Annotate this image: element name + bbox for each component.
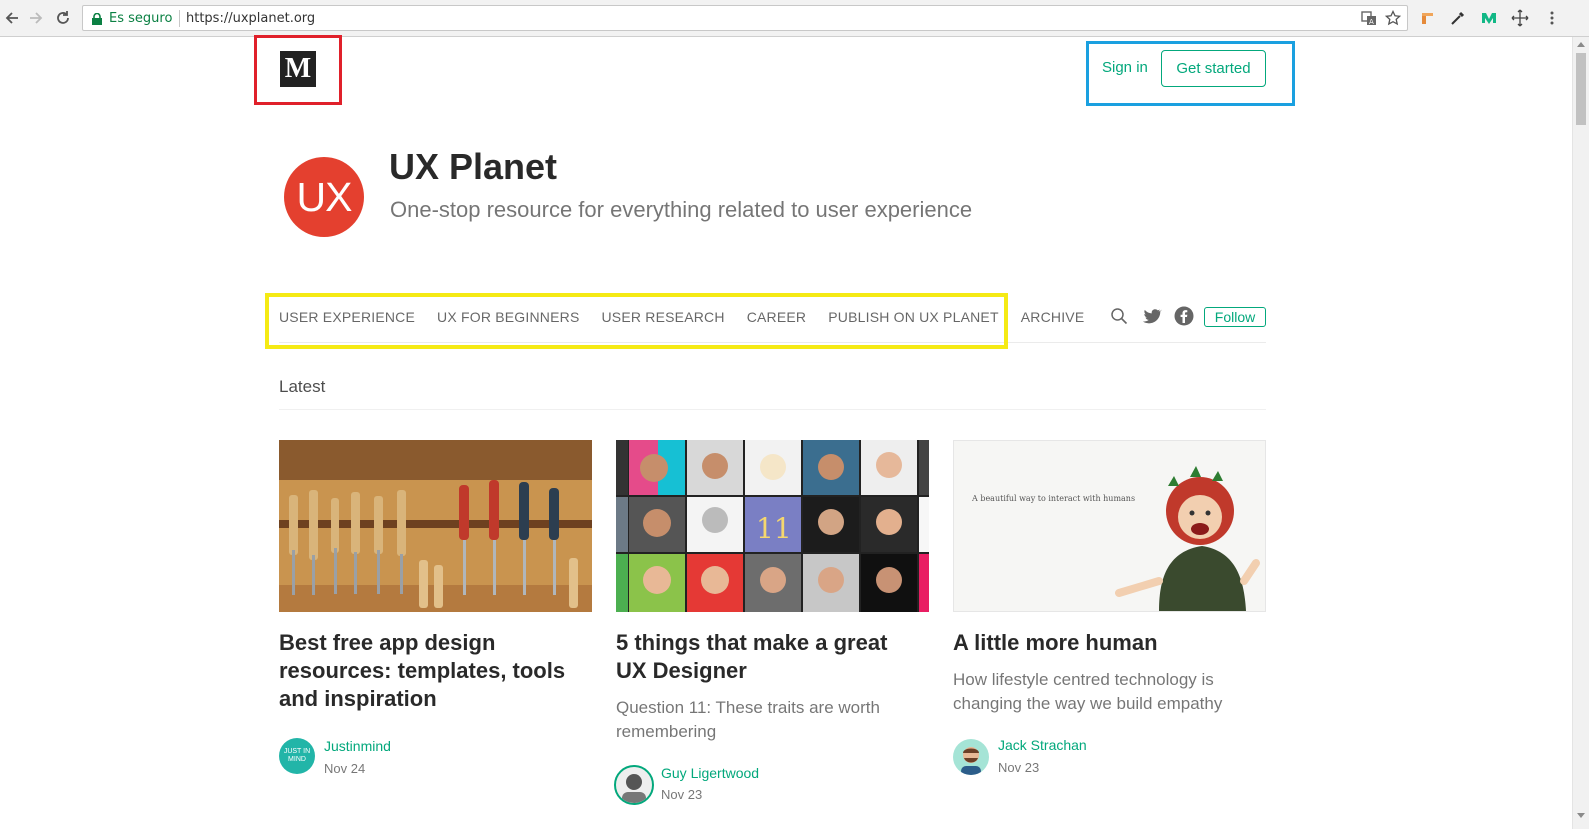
address-bar[interactable]: Es seguro https://uxplanet.org A: [82, 5, 1408, 31]
translate-icon[interactable]: A: [1361, 10, 1377, 26]
nav-item-user-experience[interactable]: USER EXPERIENCE: [279, 306, 415, 328]
extension-medium-icon[interactable]: [1480, 9, 1498, 27]
author-name[interactable]: Jack Strachan: [998, 737, 1087, 753]
bookmark-star-icon[interactable]: [1384, 9, 1402, 26]
section-divider: [279, 409, 1266, 410]
follow-button[interactable]: Follow: [1204, 307, 1266, 327]
author-avatar[interactable]: JUST IN MIND: [279, 738, 315, 774]
article-title[interactable]: 5 things that make a great UX Designer: [616, 629, 916, 685]
nav-item-user-research[interactable]: USER RESEARCH: [602, 306, 725, 328]
article-thumbnail-tools[interactable]: [279, 440, 592, 612]
extension-eyedropper-icon[interactable]: [1449, 9, 1467, 27]
publication-nav: USER EXPERIENCE UX FOR BEGINNERS USER RE…: [279, 306, 1084, 328]
lock-icon: [92, 12, 102, 25]
nav-divider: [279, 342, 1266, 343]
svg-text:A: A: [1369, 18, 1374, 26]
medium-logo[interactable]: M: [280, 51, 316, 87]
scroll-down-arrow-icon[interactable]: [1577, 813, 1585, 818]
avatar-text: JUST IN MIND: [283, 748, 311, 763]
article-date: Nov 23: [661, 787, 703, 802]
publication-logo[interactable]: UX: [284, 157, 364, 237]
reload-icon[interactable]: [53, 8, 73, 28]
author-name[interactable]: Guy Ligertwood: [661, 765, 759, 781]
scroll-up-arrow-icon[interactable]: [1577, 42, 1585, 47]
article-thumbnail-child[interactable]: A beautiful way to interact with humans: [953, 440, 1266, 612]
scroll-thumb[interactable]: [1576, 53, 1586, 125]
article-title[interactable]: Best free app design resources: template…: [279, 629, 579, 713]
publication-title: UX Planet: [389, 146, 558, 187]
thumb-caption: A beautiful way to interact with humans: [971, 494, 1135, 503]
twitter-icon[interactable]: [1142, 306, 1162, 326]
extension-ruler-icon[interactable]: [1419, 9, 1437, 27]
article-subtitle[interactable]: How lifestyle centred technology is chan…: [953, 668, 1253, 716]
url-text[interactable]: https://uxplanet.org: [186, 11, 315, 26]
search-icon[interactable]: [1109, 306, 1129, 326]
get-started-button[interactable]: Get started: [1161, 50, 1266, 87]
author-avatar[interactable]: [953, 739, 989, 775]
article-subtitle[interactable]: Question 11: These traits are worth reme…: [616, 696, 916, 744]
secure-label: Es seguro: [109, 11, 173, 26]
nav-item-archive[interactable]: ARCHIVE: [1021, 306, 1085, 328]
extension-move-icon[interactable]: [1511, 9, 1529, 27]
article-title[interactable]: A little more human: [953, 629, 1253, 657]
nav-item-career[interactable]: CAREER: [747, 306, 807, 328]
nav-item-ux-for-beginners[interactable]: UX FOR BEGINNERS: [437, 306, 579, 328]
section-heading-latest: Latest: [279, 377, 326, 396]
nav-item-publish[interactable]: PUBLISH ON UX PLANET: [828, 306, 999, 328]
thumb-tile-number: 11: [756, 512, 792, 545]
publication-tagline: One-stop resource for everything related…: [390, 197, 973, 222]
article-date: Nov 24: [324, 761, 366, 776]
author-name[interactable]: Justinmind: [324, 738, 391, 754]
author-avatar[interactable]: [614, 765, 654, 805]
article-thumbnail-portraits[interactable]: 11: [616, 440, 929, 612]
facebook-icon[interactable]: [1174, 306, 1194, 326]
page-scrollbar[interactable]: [1572, 37, 1589, 829]
back-icon[interactable]: [2, 8, 22, 28]
forward-icon[interactable]: [26, 8, 46, 28]
article-date: Nov 23: [998, 760, 1040, 775]
browser-menu-icon[interactable]: [1543, 9, 1561, 27]
sign-in-link[interactable]: Sign in: [1102, 59, 1148, 76]
browser-toolbar: Es seguro https://uxplanet.org A: [0, 0, 1589, 37]
address-divider: [179, 10, 180, 27]
